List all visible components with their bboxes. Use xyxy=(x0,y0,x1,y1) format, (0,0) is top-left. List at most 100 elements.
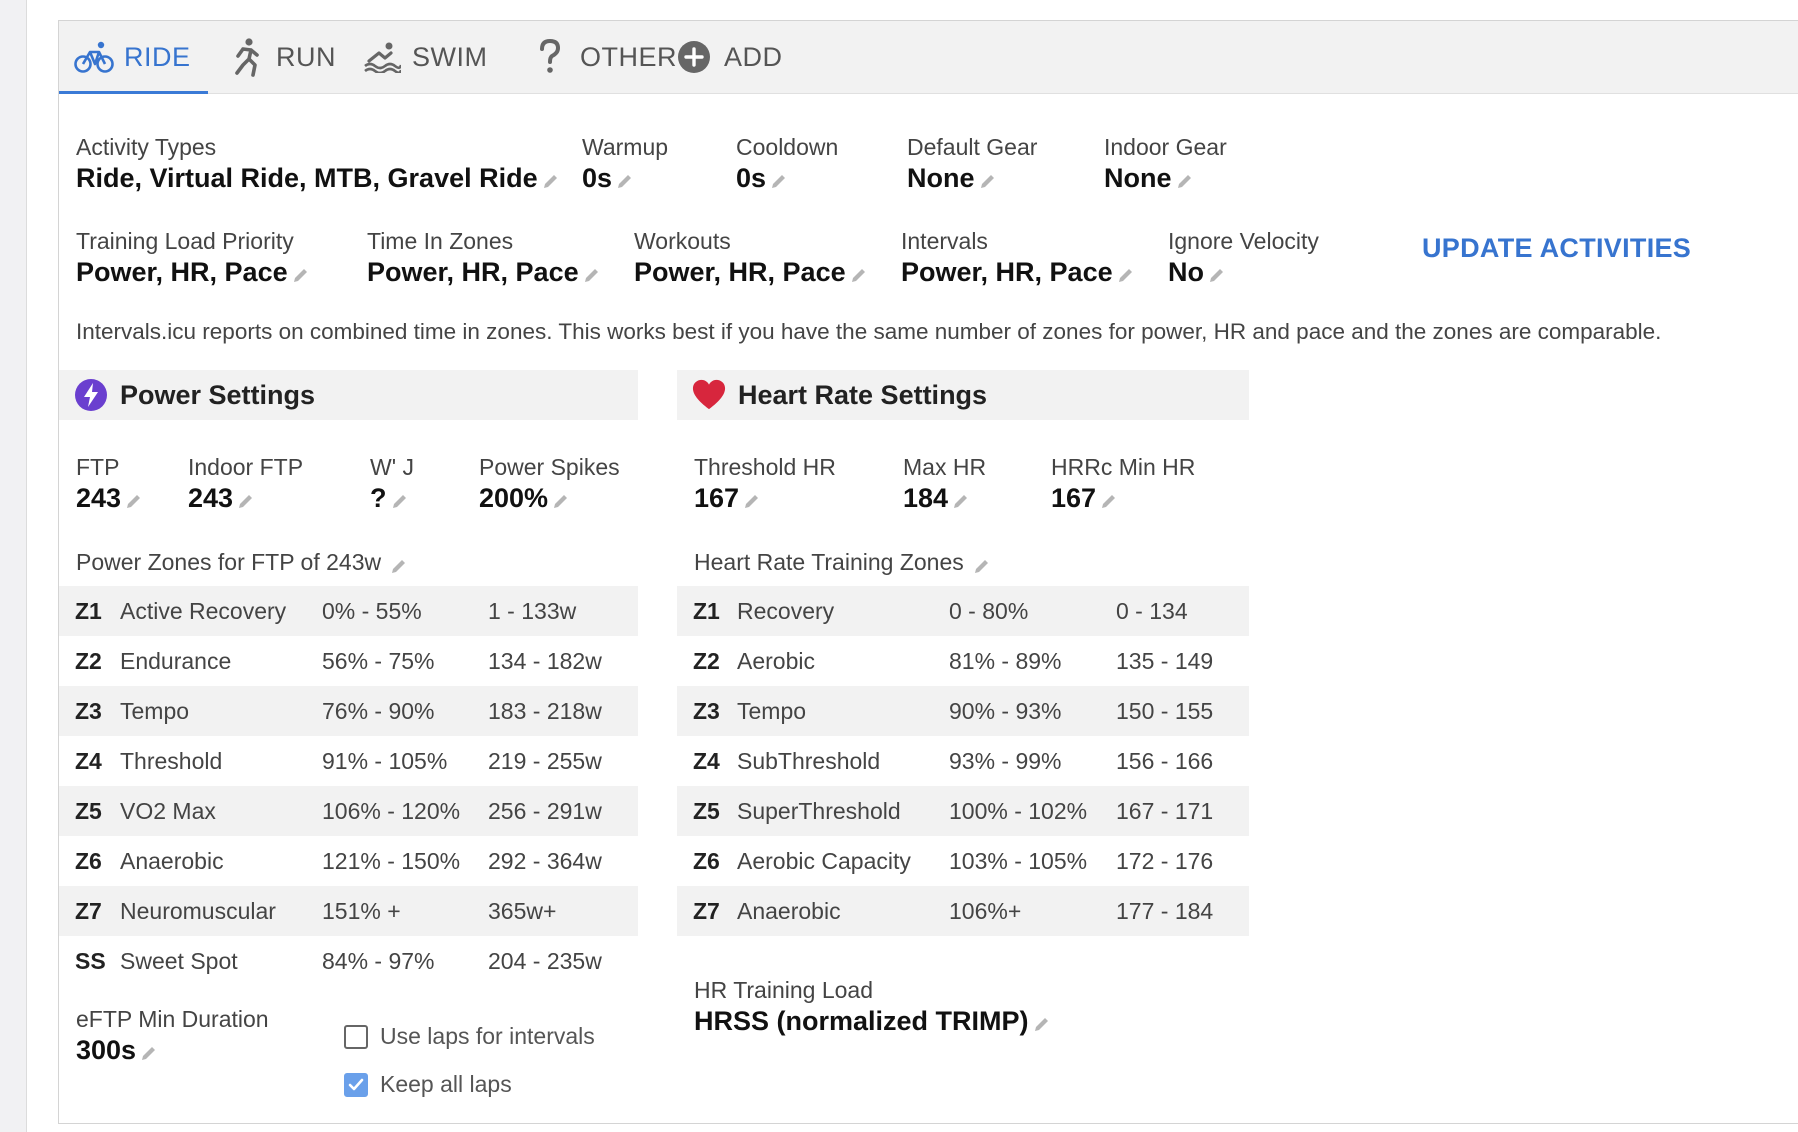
edit-pencil-icon[interactable] xyxy=(1116,265,1136,285)
field-label: Cooldown xyxy=(736,134,839,160)
zone-percent: 106%+ xyxy=(949,886,1116,936)
hr-zones-heading[interactable]: Heart Rate Training Zones xyxy=(694,549,992,576)
cooldown-value[interactable]: 0s xyxy=(736,161,838,195)
edit-pencil-icon[interactable] xyxy=(1032,1014,1052,1034)
zone-name: Active Recovery xyxy=(120,586,322,636)
hr-zones-table: Z1 Recovery 0 - 80% 0 - 134 Z2 Aerobic 81% - … xyxy=(677,586,1249,936)
time-in-zones-value[interactable]: Power, HR, Pace xyxy=(367,255,602,289)
edit-pencil-icon[interactable] xyxy=(1099,491,1119,511)
indoor-ftp-field: Indoor FTP 243 xyxy=(188,453,303,515)
edit-pencil-icon[interactable] xyxy=(582,265,602,285)
power-spikes-field: Power Spikes 200% xyxy=(479,453,620,515)
zone-range: 167 - 171 xyxy=(1116,786,1249,836)
zone-name: SuperThreshold xyxy=(737,786,949,836)
default-gear-value[interactable]: None xyxy=(907,161,1037,195)
max-hr-value[interactable]: 184 xyxy=(903,481,986,515)
power-spikes-value[interactable]: 200% xyxy=(479,481,620,515)
checkbox-checked-icon[interactable] xyxy=(344,1072,368,1097)
ignore-velocity-value[interactable]: No xyxy=(1168,255,1319,289)
field-label: W' J xyxy=(370,454,414,480)
zone-percent: 121% - 150% xyxy=(322,847,461,874)
edit-pencil-icon[interactable] xyxy=(1207,265,1227,285)
tab-ride[interactable]: RIDE xyxy=(74,21,191,93)
default-gear-field: Default Gear None xyxy=(907,133,1037,195)
intervals-field: Intervals Power, HR, Pace xyxy=(901,227,1136,289)
indoor-gear-field: Indoor Gear None xyxy=(1104,133,1227,195)
edit-pencil-icon[interactable] xyxy=(769,171,789,191)
intervals-value[interactable]: Power, HR, Pace xyxy=(901,255,1136,289)
edit-pencil-icon[interactable] xyxy=(849,265,869,285)
tab-other-label: OTHER xyxy=(580,41,677,72)
table-row: Z3 Tempo 90% - 93% 150 - 155 xyxy=(677,686,1249,736)
zone-name: Threshold xyxy=(120,747,223,774)
edit-pencil-icon[interactable] xyxy=(236,491,256,511)
edit-pencil-icon[interactable] xyxy=(291,265,311,285)
warmup-value[interactable]: 0s xyxy=(582,161,668,195)
run-icon xyxy=(226,37,266,77)
tab-add[interactable]: ADD xyxy=(674,21,783,93)
zone-range: 204 - 235w xyxy=(488,947,602,974)
field-label: Activity Types xyxy=(76,134,217,160)
edit-pencil-icon[interactable] xyxy=(742,491,762,511)
ftp-field: FTP 243 xyxy=(76,453,144,515)
edit-pencil-icon[interactable] xyxy=(551,491,571,511)
field-value: Power, HR, Pace xyxy=(367,257,579,287)
use-laps-checkbox[interactable]: Use laps for intervals xyxy=(344,1023,595,1050)
zone-id: Z1 xyxy=(677,586,737,636)
zone-name: Aerobic xyxy=(737,647,815,674)
field-value: HRSS (normalized TRIMP) xyxy=(694,1006,1029,1036)
field-value: None xyxy=(907,163,975,193)
keep-all-laps-checkbox[interactable]: Keep all laps xyxy=(344,1071,512,1098)
eftp-min-duration-field: eFTP Min Duration 300s xyxy=(76,1005,269,1067)
edit-pencil-icon[interactable] xyxy=(389,556,409,576)
zone-name: Aerobic Capacity xyxy=(737,847,911,874)
edit-pencil-icon[interactable] xyxy=(1175,171,1195,191)
indoor-ftp-value[interactable]: 243 xyxy=(188,481,303,515)
field-label: Warmup xyxy=(582,134,669,160)
zone-name: Tempo xyxy=(120,686,322,736)
edit-pencil-icon[interactable] xyxy=(615,171,635,191)
edit-pencil-icon[interactable] xyxy=(139,1043,159,1063)
field-value: No xyxy=(1168,257,1204,287)
zone-range: 292 - 364w xyxy=(488,847,602,874)
ftp-value[interactable]: 243 xyxy=(76,481,144,515)
training-load-priority-field: Training Load Priority Power, HR, Pace xyxy=(76,227,311,289)
table-row: Z1 Recovery 0 - 80% 0 - 134 xyxy=(677,586,1249,636)
zone-percent: 93% - 99% xyxy=(949,747,1062,774)
tab-other[interactable]: OTHER xyxy=(530,21,677,93)
edit-pencil-icon[interactable] xyxy=(390,491,410,511)
workouts-value[interactable]: Power, HR, Pace xyxy=(634,255,869,289)
field-label: Power Spikes xyxy=(479,454,620,480)
tab-swim[interactable]: SWIM xyxy=(362,21,488,93)
edit-pencil-icon[interactable] xyxy=(124,491,144,511)
zone-id: Z4 xyxy=(693,747,720,774)
edit-pencil-icon[interactable] xyxy=(951,491,971,511)
power-zones-heading[interactable]: Power Zones for FTP of 243w xyxy=(76,549,409,576)
tab-run[interactable]: RUN xyxy=(226,21,336,93)
zone-id: Z2 xyxy=(693,647,720,674)
eftp-min-duration-value[interactable]: 300s xyxy=(76,1033,269,1067)
table-row: Z4 Threshold 91% - 105% 219 - 255w xyxy=(59,736,638,786)
threshold-hr-value[interactable]: 167 xyxy=(694,481,836,515)
edit-pencil-icon[interactable] xyxy=(541,171,561,191)
sport-tab-bar: RIDE RUN SWIM OTHER ADD xyxy=(59,21,1798,94)
edit-pencil-icon[interactable] xyxy=(972,556,992,576)
zone-percent: 84% - 97% xyxy=(322,947,435,974)
indoor-gear-value[interactable]: None xyxy=(1104,161,1227,195)
update-activities-button[interactable]: UPDATE ACTIVITIES xyxy=(1422,233,1691,264)
active-tab-indicator xyxy=(59,91,208,94)
hrrc-min-hr-value[interactable]: 167 xyxy=(1051,481,1195,515)
activity-types-value[interactable]: Ride, Virtual Ride, MTB, Gravel Ride xyxy=(76,161,561,195)
zone-percent: 103% - 105% xyxy=(949,847,1088,874)
table-row: Z1 Active Recovery 0% - 55% 1 - 133w xyxy=(59,586,638,636)
hr-training-load-value[interactable]: HRSS (normalized TRIMP) xyxy=(694,1004,1052,1038)
workouts-field: Workouts Power, HR, Pace xyxy=(634,227,869,289)
hrrc-min-hr-field: HRRc Min HR 167 xyxy=(1051,453,1195,515)
edit-pencil-icon[interactable] xyxy=(978,171,998,191)
add-circle-icon xyxy=(674,37,714,77)
checkbox-unchecked-icon[interactable] xyxy=(344,1024,368,1049)
training-load-priority-value[interactable]: Power, HR, Pace xyxy=(76,255,311,289)
zone-id: SS xyxy=(75,947,106,974)
cooldown-field: Cooldown 0s xyxy=(736,133,838,195)
w-prime-value[interactable]: ? xyxy=(370,481,414,515)
